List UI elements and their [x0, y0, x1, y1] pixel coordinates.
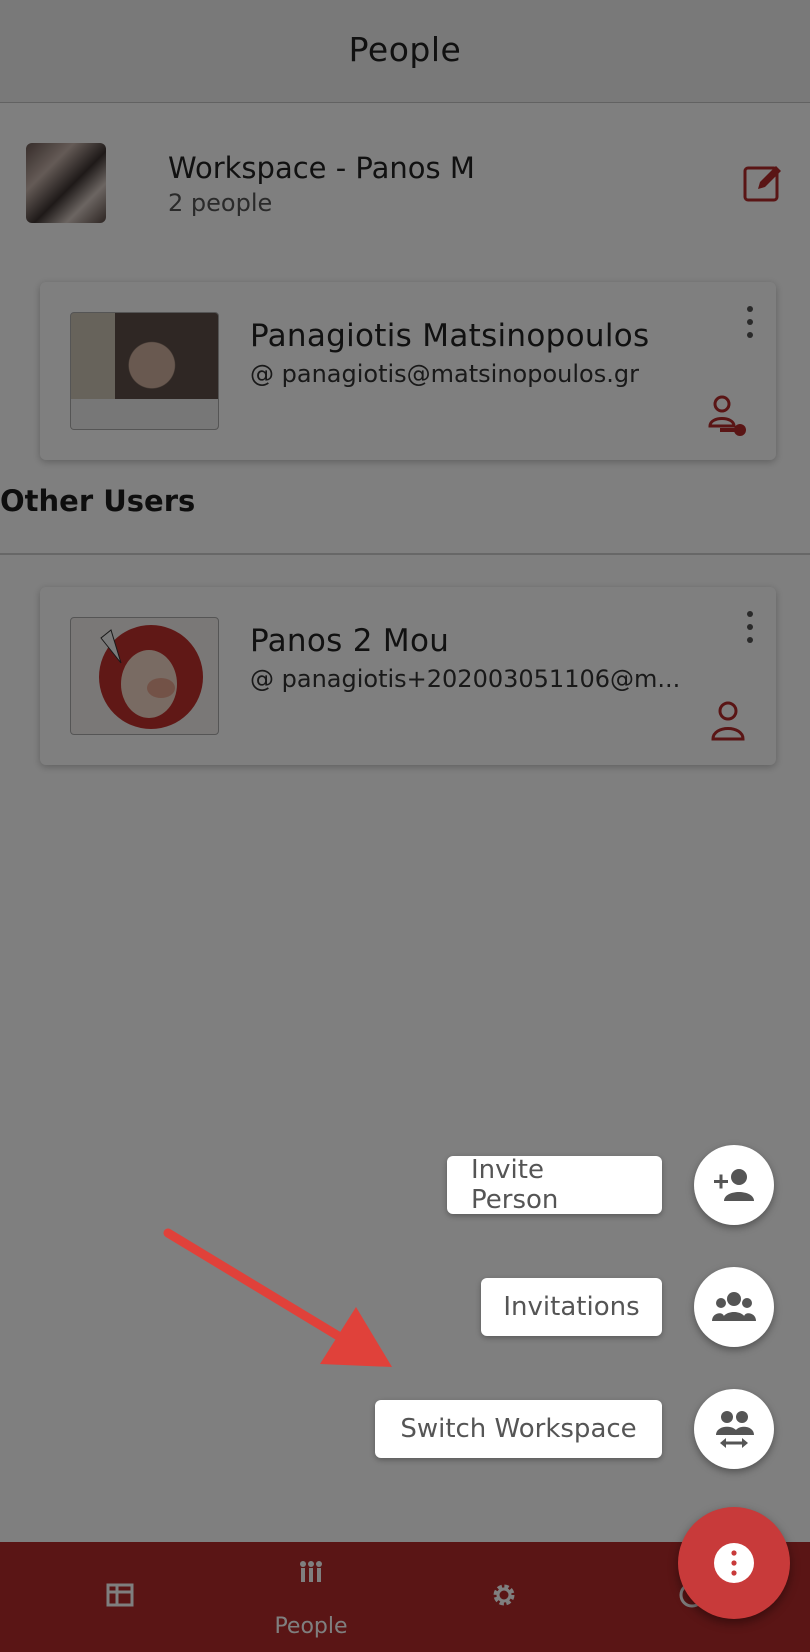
person-add-icon — [714, 1169, 754, 1201]
invite-person-button[interactable] — [694, 1145, 774, 1225]
speed-dial-label-switch-workspace[interactable]: Switch Workspace — [375, 1400, 662, 1458]
speed-dial-label-invite-person[interactable]: Invite Person — [447, 1155, 662, 1215]
switch-group-icon — [716, 1411, 754, 1448]
annotation-arrow — [163, 1228, 392, 1367]
group-icon — [712, 1292, 756, 1321]
invitations-button[interactable] — [694, 1267, 774, 1347]
switch-workspace-button[interactable] — [694, 1389, 774, 1469]
speed-dial-label-invitations[interactable]: Invitations — [481, 1278, 662, 1336]
speed-dial-fab[interactable] — [678, 1507, 790, 1619]
more-vert-icon — [714, 1543, 754, 1583]
